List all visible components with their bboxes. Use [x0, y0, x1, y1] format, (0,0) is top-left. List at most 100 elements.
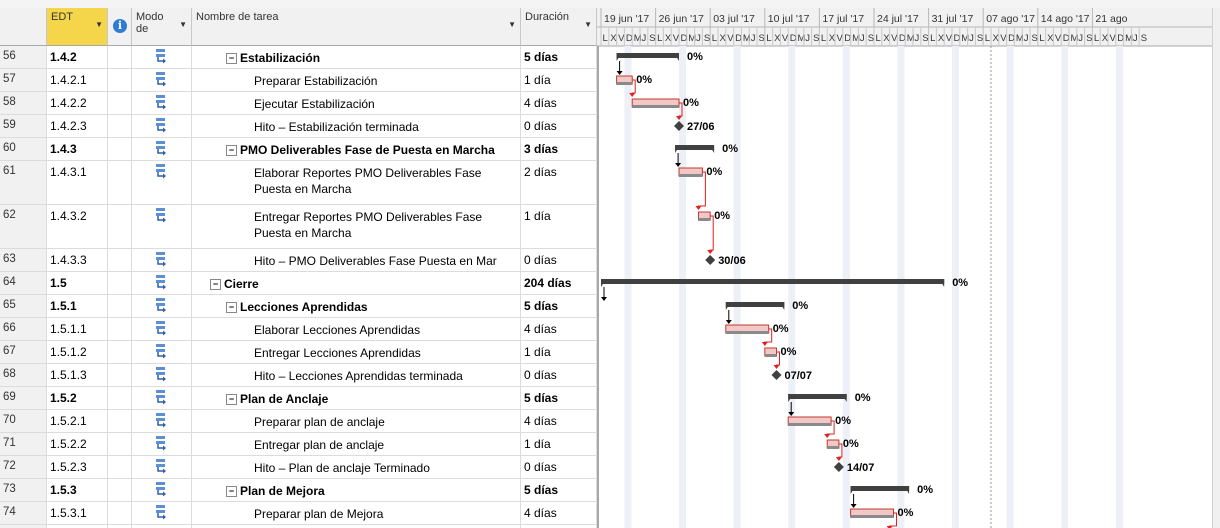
duration-cell[interactable]: 2 días	[521, 161, 597, 204]
edt-cell[interactable]: 1.4.2.3	[47, 115, 108, 137]
task-name-cell[interactable]: Entregar plan de anclaje	[192, 433, 521, 455]
gantt-chart[interactable]: 19 jun '17 26 jun '17 03 jul '17 10 jul '17…	[597, 8, 1220, 528]
task-name-cell[interactable]: − Estabilización	[192, 46, 521, 68]
task-mode-cell[interactable]	[132, 249, 192, 271]
task-mode-cell[interactable]	[132, 92, 192, 114]
task-mode-cell[interactable]	[132, 138, 192, 160]
duration-cell[interactable]: 4 días	[521, 92, 597, 114]
task-name-cell[interactable]: Entregar Reportes PMO Deliverables Fase …	[192, 205, 521, 248]
indicator-cell[interactable]	[108, 272, 132, 294]
row-number[interactable]: 60	[0, 138, 47, 160]
duration-cell[interactable]: 1 día	[521, 205, 597, 248]
column-header-duration[interactable]: Duración ▼	[521, 8, 597, 46]
indicator-cell[interactable]	[108, 502, 132, 524]
row-number[interactable]: 74	[0, 502, 47, 524]
task-name-cell[interactable]: − Cierre	[192, 272, 521, 294]
row-number[interactable]: 61	[0, 161, 47, 204]
task-name-cell[interactable]: Hito – Lecciones Aprendidas terminada	[192, 364, 521, 386]
task-mode-cell[interactable]	[132, 410, 192, 432]
task-mode-cell[interactable]	[132, 69, 192, 91]
task-name-cell[interactable]: Hito – Estabilización terminada	[192, 115, 521, 137]
duration-cell[interactable]: 5 días	[521, 479, 597, 501]
row-number[interactable]: 56	[0, 46, 47, 68]
dropdown-arrow-icon[interactable]: ▼	[584, 20, 592, 29]
table-row[interactable]: 67 1.5.1.2 Entregar Lecciones Aprendidas 1 …	[0, 341, 597, 364]
task-name-cell[interactable]: − Lecciones Aprendidas	[192, 295, 521, 317]
task-name-cell[interactable]: − Plan de Mejora	[192, 479, 521, 501]
task-mode-cell[interactable]	[132, 433, 192, 455]
task-name-cell[interactable]: Preparar plan de anclaje	[192, 410, 521, 432]
edt-cell[interactable]: 1.4.2	[47, 46, 108, 68]
task-mode-cell[interactable]	[132, 161, 192, 204]
table-row[interactable]: 63 1.4.3.3 Hito – PMO Deliverables Fase Pu…	[0, 249, 597, 272]
indicator-cell[interactable]	[108, 46, 132, 68]
edt-cell[interactable]: 1.4.3.2	[47, 205, 108, 248]
row-number[interactable]: 62	[0, 205, 47, 248]
edt-cell[interactable]: 1.4.3.3	[47, 249, 108, 271]
collapse-toggle-icon[interactable]: −	[226, 145, 237, 156]
vertical-scrollbar[interactable]	[1212, 8, 1220, 528]
edt-cell[interactable]: 1.5.1.1	[47, 318, 108, 340]
indicator-cell[interactable]	[108, 364, 132, 386]
row-number[interactable]: 70	[0, 410, 47, 432]
indicator-cell[interactable]	[108, 115, 132, 137]
indicator-cell[interactable]	[108, 295, 132, 317]
task-name-cell[interactable]: − PMO Deliverables Fase de Puesta en Marc…	[192, 138, 521, 160]
edt-cell[interactable]: 1.5.1	[47, 295, 108, 317]
task-name-cell[interactable]: Preparar plan de Mejora	[192, 502, 521, 524]
table-row[interactable]: 68 1.5.1.3 Hito – Lecciones Aprendidas ter…	[0, 364, 597, 387]
row-number[interactable]: 69	[0, 387, 47, 409]
indicator-cell[interactable]	[108, 205, 132, 248]
table-row[interactable]: 60 1.4.3 − PMO Deliverables Fase de Puesta …	[0, 138, 597, 161]
row-number[interactable]: 63	[0, 249, 47, 271]
edt-cell[interactable]: 1.5.1.2	[47, 341, 108, 363]
duration-cell[interactable]: 3 días	[521, 138, 597, 160]
indicator-cell[interactable]	[108, 456, 132, 478]
column-header-name[interactable]: Nombre de tarea ▼	[192, 8, 521, 46]
task-mode-cell[interactable]	[132, 46, 192, 68]
task-mode-cell[interactable]	[132, 341, 192, 363]
indicator-cell[interactable]	[108, 249, 132, 271]
indicator-cell[interactable]	[108, 341, 132, 363]
table-row[interactable]: 74 1.5.3.1 Preparar plan de Mejora 4 días	[0, 502, 597, 525]
collapse-toggle-icon[interactable]: −	[226, 302, 237, 313]
duration-cell[interactable]: 4 días	[521, 502, 597, 524]
collapse-toggle-icon[interactable]: −	[226, 486, 237, 497]
duration-cell[interactable]: 0 días	[521, 249, 597, 271]
duration-cell[interactable]: 1 día	[521, 433, 597, 455]
task-name-cell[interactable]: Entregar Lecciones Aprendidas	[192, 341, 521, 363]
duration-cell[interactable]: 0 días	[521, 115, 597, 137]
indicator-cell[interactable]	[108, 318, 132, 340]
task-name-cell[interactable]: Hito – Plan de anclaje Terminado	[192, 456, 521, 478]
table-row[interactable]: 62 1.4.3.2 Entregar Reportes PMO Deliverab…	[0, 205, 597, 249]
collapse-toggle-icon[interactable]: −	[226, 53, 237, 64]
edt-cell[interactable]: 1.4.2.1	[47, 69, 108, 91]
dropdown-arrow-icon[interactable]: ▼	[95, 20, 103, 29]
duration-cell[interactable]: 5 días	[521, 387, 597, 409]
column-header-indicators[interactable]: i	[108, 8, 132, 46]
table-row[interactable]: 59 1.4.2.3 Hito – Estabilización terminada…	[0, 115, 597, 138]
indicator-cell[interactable]	[108, 410, 132, 432]
row-number[interactable]: 59	[0, 115, 47, 137]
dropdown-arrow-icon[interactable]: ▼	[179, 20, 187, 29]
edt-cell[interactable]: 1.5.2.2	[47, 433, 108, 455]
edt-cell[interactable]: 1.4.3	[47, 138, 108, 160]
row-number[interactable]: 67	[0, 341, 47, 363]
column-header-edt[interactable]: EDT ▼	[47, 8, 108, 46]
row-number[interactable]: 68	[0, 364, 47, 386]
table-row[interactable]: 66 1.5.1.1 Elaborar Lecciones Aprendidas 4 …	[0, 318, 597, 341]
table-row[interactable]: 71 1.5.2.2 Entregar plan de anclaje 1 día	[0, 433, 597, 456]
table-row[interactable]: 57 1.4.2.1 Preparar Estabilización 1 día	[0, 69, 597, 92]
task-mode-cell[interactable]	[132, 205, 192, 248]
edt-cell[interactable]: 1.5.2	[47, 387, 108, 409]
row-number-header[interactable]	[0, 8, 47, 46]
table-row[interactable]: 72 1.5.2.3 Hito – Plan de anclaje Terminad…	[0, 456, 597, 479]
task-mode-cell[interactable]	[132, 364, 192, 386]
row-number[interactable]: 58	[0, 92, 47, 114]
indicator-cell[interactable]	[108, 138, 132, 160]
collapse-toggle-icon[interactable]: −	[210, 279, 221, 290]
table-row[interactable]: 70 1.5.2.1 Preparar plan de anclaje 4 días	[0, 410, 597, 433]
row-number[interactable]: 73	[0, 479, 47, 501]
duration-cell[interactable]: 4 días	[521, 410, 597, 432]
duration-cell[interactable]: 5 días	[521, 295, 597, 317]
